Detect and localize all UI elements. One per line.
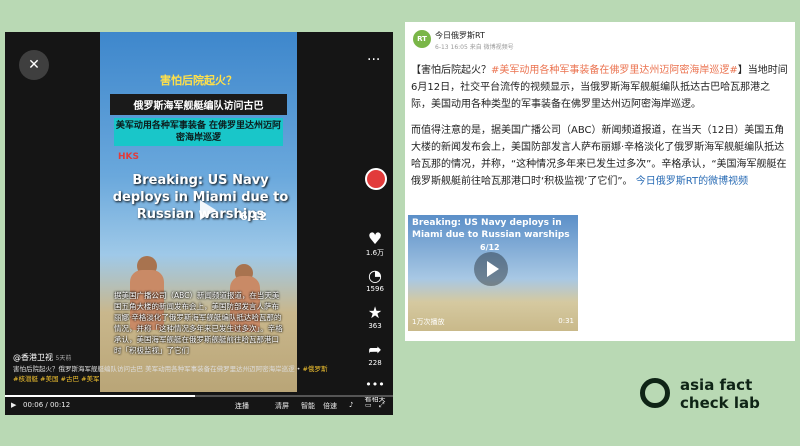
post-body: 【害怕后院起火？#美军动用各种军事装备在佛罗里达州迈阿密海岸巡逻#】当地时间6月… [411,62,789,199]
video-player[interactable]: ✕ ··· 害怕后院起火？ 俄罗斯海军舰艇编队访问古巴 美军动用各种军事装备 在… [5,32,393,415]
channel-name[interactable]: @香港卫视 5天前 [13,352,71,363]
channel-link[interactable]: @香港卫视 [13,353,53,362]
post-paragraph-1: 【害怕后院起火？#美军动用各种军事装备在佛罗里达州迈阿密海岸巡逻#】当地时间6月… [411,62,789,113]
description-text: 害怕后院起火？俄罗斯海军舰艇编队访问古巴 美军动用各种军事装备在佛罗里达州迈阿密… [13,365,303,373]
video-caption-3: 美军动用各种军事装备 在佛罗里达州迈阿密海岸巡逻 [114,118,283,146]
channel-logo: HKS [118,152,139,162]
play-icon[interactable] [474,252,508,286]
comment-icon: ◔ [368,266,382,285]
video-description: 害怕后院起火？俄罗斯海军舰艇编队访问古巴 美军动用各种军事装备在佛罗里达州迈阿密… [13,364,358,384]
video-thumbnail[interactable]: Breaking: US Navy deploys in Miami due t… [408,215,578,331]
comment-count: 1596 [366,285,384,293]
favorite-button[interactable]: ★ 363 [360,303,390,331]
play-icon[interactable] [200,200,216,220]
video-date: 6/12 [240,210,267,223]
rt-avatar[interactable]: RT [413,30,431,48]
weibo-post: RT 今日俄罗斯RT 6-13 16:05 来自 微博视频号 【害怕后院起火？#… [405,22,795,341]
fullscreen-icon[interactable]: ⤢ [379,401,385,410]
video-frame[interactable]: 害怕后院起火？ 俄罗斯海军舰艇编队访问古巴 美军动用各种军事装备 在佛罗里达州迈… [100,32,297,392]
like-count: 1.6万 [365,249,385,257]
view-count: 1万次播放 [412,318,445,326]
video-caption-1: 害怕后院起火？ [160,74,237,87]
post-paragraph-2: 而值得注意的是，据美国广播公司（ABC）新闻频道报道，在当天（12日）美国五角大… [411,122,789,190]
post-time: 5天前 [55,355,72,362]
hashtag-link[interactable]: #美军动用各种军事装备在佛罗里达州迈阿密海岸巡逻# [491,65,738,76]
autoplay-toggle[interactable]: 连播 [235,401,249,411]
progress-fill [5,395,195,397]
share-button[interactable]: ➦ 228 [360,340,390,368]
comment-button[interactable]: ◔ 1596 [360,266,390,294]
favorite-count: 363 [368,322,382,330]
play-pause-icon[interactable]: ▶ [11,401,16,409]
p1-prefix: 【害怕后院起火？ [411,65,491,76]
brand-line-1: asia fact [680,376,753,394]
close-icon[interactable]: ✕ [19,50,49,80]
post-meta: 6-13 16:05 来自 微博视频号 [435,44,514,51]
thumbnail-date: 6/12 [480,243,500,252]
time-display: 00:06 / 00:12 [23,401,71,409]
like-button[interactable]: ♥ 1.6万 [360,230,390,258]
hashtag-russia[interactable]: #俄罗斯 [303,365,328,373]
asia-fact-check-lab-logo: asia fact check lab [640,372,790,422]
more-dots-icon: ••• [365,378,385,391]
player-controls: ▶ 00:06 / 00:12 连播 清屏 智能 倍速 ♪ ▭ ⤢ [5,395,393,415]
hashtag-list[interactable]: #核潜艇 #美国 #古巴 #美军 [13,375,99,383]
speed-button[interactable]: 倍速 [323,401,337,411]
video-duration: 0:31 [558,317,574,325]
account-name[interactable]: 今日俄罗斯RT [435,30,485,41]
magnifier-icon [640,378,670,408]
clear-screen-toggle[interactable]: 清屏 [275,401,289,411]
video-subtitles: 据美国广播公司（ABC）新闻频道报道，在当天美国五角大楼的新闻发布会上，美国防部… [114,291,283,355]
brand-line-2: check lab [680,394,760,412]
channel-avatar[interactable] [365,168,387,190]
share-count: 228 [368,359,382,367]
star-icon: ★ [367,303,383,322]
volume-icon[interactable]: ♪ [349,401,353,409]
quality-button[interactable]: 智能 [301,401,315,411]
weibo-video-link[interactable]: 今日俄罗斯RT的微博视频 [636,176,748,187]
pip-icon[interactable]: ▭ [365,401,372,409]
share-icon: ➦ [368,340,382,359]
video-caption-2: 俄罗斯海军舰艇编队访问古巴 [110,94,287,115]
progress-bar[interactable] [5,395,393,397]
thumbnail-title: Breaking: US Navy deploys in Miami due t… [412,218,570,240]
heart-icon: ♥ [367,229,383,248]
more-icon[interactable]: ··· [367,52,380,68]
